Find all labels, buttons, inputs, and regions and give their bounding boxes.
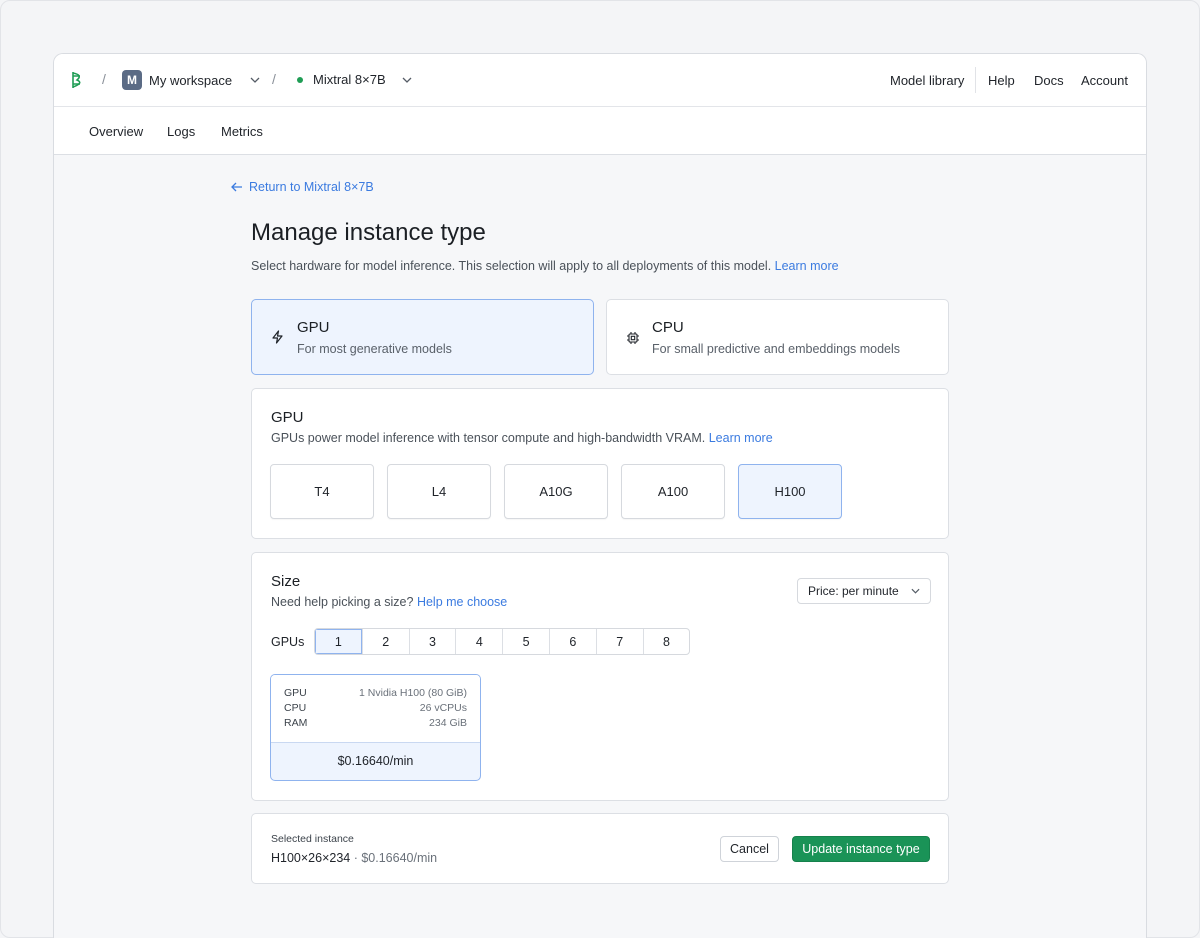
gpu-description-text: GPUs power model inference with tensor c… [271,431,706,445]
gpu-section-description: GPUs power model inference with tensor c… [271,431,773,445]
instance-type-subtitle: For small predictive and embeddings mode… [652,342,901,356]
cancel-button[interactable]: Cancel [720,836,779,862]
model-switcher[interactable]: Mixtral 8×7B [297,72,412,87]
learn-more-link[interactable]: Learn more [775,259,839,273]
sub-navigation: Overview Logs Metrics [54,107,1146,155]
spec-label: CPU [284,702,307,714]
divider [271,742,480,743]
instance-type-gpu[interactable]: GPU For most generative models [251,299,594,375]
size-section-title: Size [271,573,301,590]
spec-price: $0.16640/min [337,754,414,768]
spec-value: 1 Nvidia H100 (80 GiB) [359,687,467,699]
instance-type-title: GPU [297,319,330,336]
tab-metrics[interactable]: Metrics [221,124,263,139]
gpu-count-option[interactable]: 2 [361,629,409,654]
spec-value: 234 GiB [429,717,467,729]
gpu-option-a100[interactable]: A100 [621,464,725,519]
gpu-option-h100[interactable]: H100 [738,464,842,519]
gpu-count-option[interactable]: 6 [548,629,596,654]
update-instance-type-button[interactable]: Update instance type [792,836,930,862]
chevron-down-icon [402,77,412,83]
nav-docs[interactable]: Docs [1034,73,1064,88]
breadcrumb-separator: / [272,71,276,87]
page-description: Select hardware for model inference. Thi… [251,259,839,273]
arrow-left-icon [231,182,243,192]
nav-model-library[interactable]: Model library [890,73,964,88]
gpu-option-l4[interactable]: L4 [387,464,491,519]
back-link[interactable]: Return to Mixtral 8×7B [231,180,374,194]
instance-type-cpu[interactable]: CPU For small predictive and embeddings … [606,299,949,375]
selected-instance-label: Selected instance [271,833,354,845]
nav-account[interactable]: Account [1081,73,1128,88]
help-me-choose-link[interactable]: Help me choose [417,595,507,609]
breadcrumb-separator: / [102,71,106,87]
gpus-label: GPUs [271,635,305,649]
page-description-text: Select hardware for model inference. Thi… [251,259,772,273]
selected-instance-name: H100×26×234 [271,851,351,865]
gpu-section-title: GPU [271,409,304,426]
chip-icon [626,331,640,350]
price-select[interactable]: Price: per minute [797,578,931,604]
app-logo-icon[interactable] [71,71,87,89]
selected-instance-price: · $0.16640/min [350,851,438,865]
spec-label: GPU [284,687,307,699]
divider [975,67,976,93]
size-help: Need help picking a size? Help me choose [271,595,507,609]
back-link-label: Return to Mixtral 8×7B [249,180,374,194]
instance-type-title: CPU [652,319,684,336]
top-bar: / M My workspace / Mixtral 8×7B Model li… [54,54,1146,107]
chevron-down-icon [250,77,260,83]
nav-help[interactable]: Help [988,73,1015,88]
gpu-count-option[interactable]: 8 [642,629,690,654]
spec-label: RAM [284,717,308,729]
gpu-count-selector: 1 2 3 4 5 6 7 8 [314,628,691,655]
gpu-count-option[interactable]: 1 [315,629,362,654]
tab-logs[interactable]: Logs [167,124,195,139]
status-dot [297,76,303,83]
lightning-icon [271,330,284,349]
instance-type-subtitle: For most generative models [297,342,452,356]
gpu-option-t4[interactable]: T4 [270,464,374,519]
model-name: Mixtral 8×7B [313,72,386,87]
selected-instance-summary: H100×26×234 · $0.16640/min [271,851,437,865]
gpu-count-option[interactable]: 5 [502,629,549,654]
instance-spec-card[interactable]: GPU 1 Nvidia H100 (80 GiB) CPU 26 vCPUs … [270,674,481,781]
gpu-count-option[interactable]: 3 [408,629,456,654]
tab-overview[interactable]: Overview [89,124,143,139]
workspace-avatar: M [122,70,142,90]
gpu-count-option[interactable]: 4 [455,629,502,654]
size-help-text: Need help picking a size? [271,595,414,609]
spec-value: 26 vCPUs [419,702,467,714]
price-select-value: Price: per minute [808,584,899,598]
workspace-switcher[interactable]: M My workspace [122,70,260,90]
gpu-count-option[interactable]: 7 [595,629,643,654]
gpu-learn-more-link[interactable]: Learn more [709,431,773,445]
chevron-down-icon [911,588,920,594]
workspace-name: My workspace [149,72,233,88]
page-title: Manage instance type [251,219,486,246]
gpu-option-a10g[interactable]: A10G [504,464,608,519]
